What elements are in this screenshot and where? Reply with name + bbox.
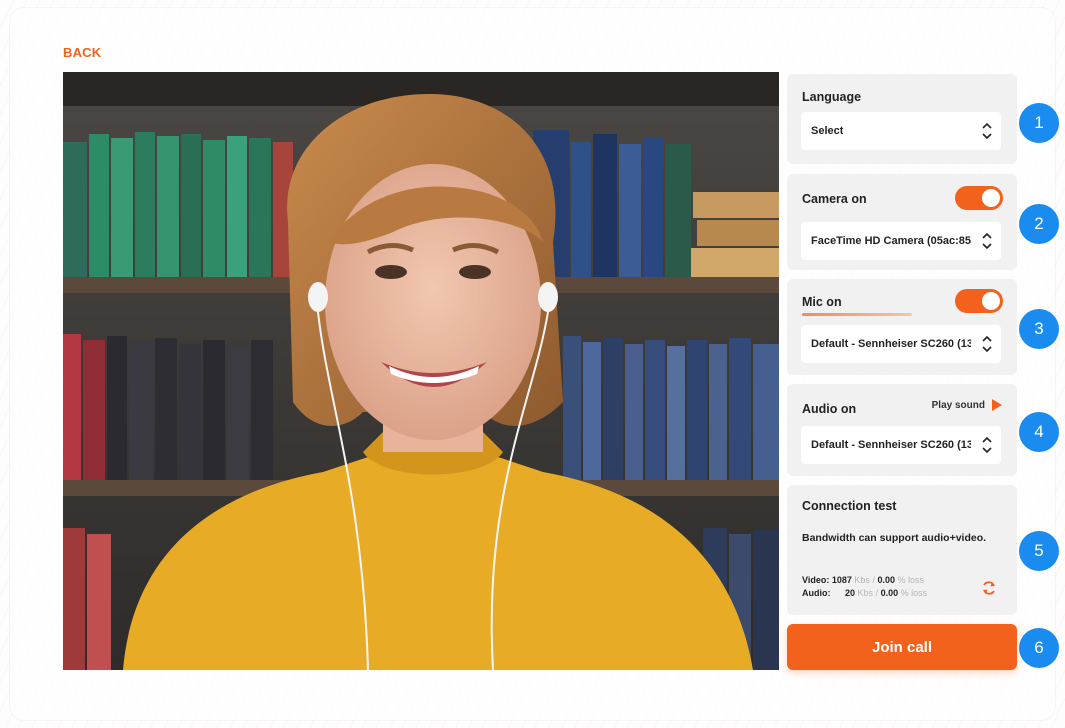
video-stats-label: Video: <box>802 575 830 585</box>
video-kbs-value: 1087 <box>831 575 852 585</box>
audio-card: Audio on Play sound Default - Sennheiser… <box>787 384 1017 476</box>
audio-title: Audio on <box>802 402 857 416</box>
audio-stats: Audio: 20 Kbs / 0.00 % loss <box>802 588 927 598</box>
step-badge-5: 5 <box>1019 531 1059 571</box>
connection-card: Connection test Bandwidth can support au… <box>787 485 1017 615</box>
mic-level-meter <box>802 313 912 316</box>
camera-card: Camera on FaceTime HD Camera (05ac:85 <box>787 174 1017 270</box>
connection-title: Connection test <box>802 499 897 513</box>
step-badge-6: 6 <box>1019 628 1059 668</box>
video-kbs-unit: Kbs / <box>854 575 875 585</box>
refresh-icon[interactable] <box>981 580 997 596</box>
play-sound-label: Play sound <box>931 399 985 411</box>
camera-select[interactable]: FaceTime HD Camera (05ac:85 <box>801 222 1001 260</box>
step-badge-1: 1 <box>1019 103 1059 143</box>
updown-chevron-icon <box>982 232 992 250</box>
play-sound-button[interactable]: Play sound <box>932 398 1003 412</box>
audio-loss-unit: % loss <box>900 588 928 598</box>
back-link[interactable]: BACK <box>63 45 101 60</box>
mic-card: Mic on Default - Sennheiser SC260 (13 <box>787 279 1017 375</box>
join-call-button[interactable]: Join call <box>787 624 1017 670</box>
camera-toggle[interactable] <box>955 186 1003 210</box>
audio-loss-value: 0.00 <box>880 588 899 598</box>
toggle-knob <box>982 292 1000 310</box>
mic-select[interactable]: Default - Sennheiser SC260 (13 <box>801 325 1001 363</box>
audio-kbs-value: 20 <box>845 588 856 598</box>
audio-select-value: Default - Sennheiser SC260 (13 <box>811 439 971 451</box>
step-badge-4: 4 <box>1019 412 1059 452</box>
camera-preview-image <box>63 72 779 670</box>
audio-kbs-unit: Kbs / <box>857 588 879 598</box>
mic-toggle[interactable] <box>955 289 1003 313</box>
audio-select[interactable]: Default - Sennheiser SC260 (13 <box>801 426 1001 464</box>
updown-chevron-icon <box>982 335 992 353</box>
camera-preview <box>63 72 779 670</box>
toggle-knob <box>982 189 1000 207</box>
video-loss-value: 0.00 <box>877 575 895 585</box>
mic-select-value: Default - Sennheiser SC260 (13 <box>811 338 971 350</box>
camera-select-value: FaceTime HD Camera (05ac:85 <box>811 235 971 247</box>
language-select[interactable]: Select <box>801 112 1001 150</box>
step-badge-2: 2 <box>1019 204 1059 244</box>
play-icon <box>992 399 1002 411</box>
language-select-value: Select <box>811 125 844 137</box>
connection-message: Bandwidth can support audio+video. <box>802 532 987 544</box>
camera-title: Camera on <box>802 192 867 206</box>
updown-chevron-icon <box>982 436 992 454</box>
video-loss-unit: % loss <box>897 575 924 585</box>
updown-chevron-icon <box>982 122 992 140</box>
language-title: Language <box>802 90 862 104</box>
mic-title: Mic on <box>802 295 842 309</box>
audio-stats-label: Audio: <box>802 588 831 598</box>
language-card: Language Select <box>787 74 1017 164</box>
video-stats: Video: 1087 Kbs / 0.00 % loss <box>802 575 924 585</box>
step-badge-3: 3 <box>1019 309 1059 349</box>
